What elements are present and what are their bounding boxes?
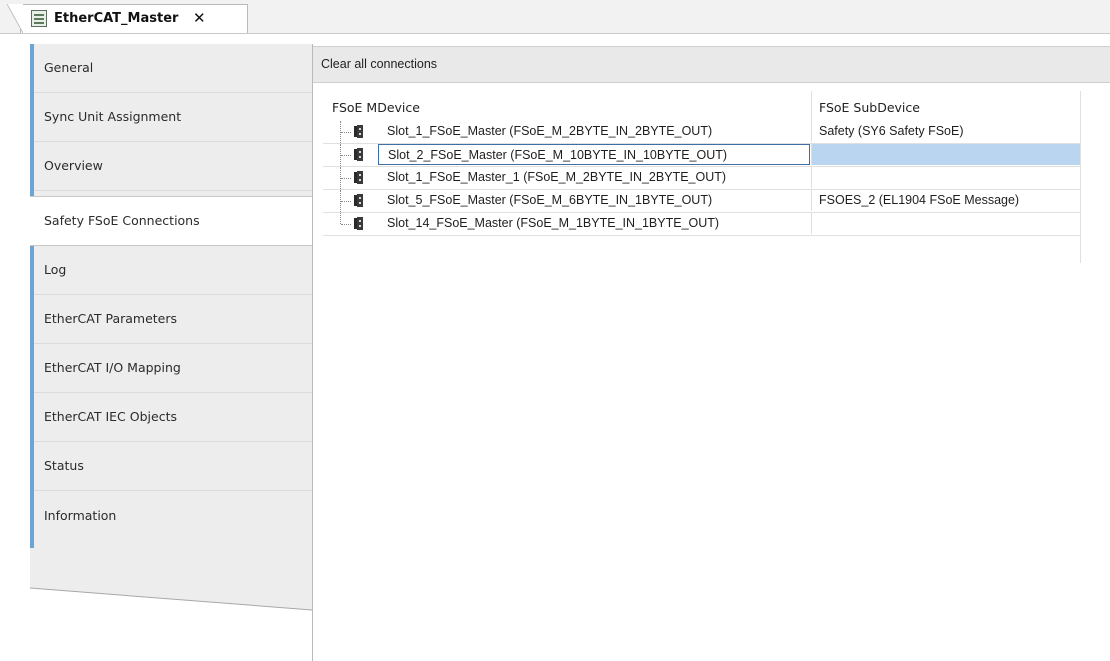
subdevice-cell[interactable]: Safety (SY6 Safety FSoE) (811, 121, 1080, 142)
table-right-border (1080, 91, 1081, 263)
sidebar-item-label: EtherCAT Parameters (44, 311, 178, 326)
sidebar-item-label: Information (44, 508, 117, 523)
sidebar-item-overview[interactable]: Overview (34, 142, 312, 191)
table-header: FSoE MDevice FSoE SubDevice (323, 91, 1080, 121)
sidebar-item-information[interactable]: Information (34, 492, 312, 541)
tab-title: EtherCAT_Master (54, 11, 179, 26)
safety-module-icon (354, 125, 363, 138)
sidebar-item-ethercat-io-mapping[interactable]: EtherCAT I/O Mapping (34, 344, 312, 393)
sidebar-item-label: EtherCAT IEC Objects (44, 409, 177, 424)
sidebar-item-label: EtherCAT I/O Mapping (44, 360, 181, 375)
sidebar-item-label: Status (44, 458, 84, 473)
tree-line (341, 224, 351, 226)
column-header-subdevice[interactable]: FSoE SubDevice (819, 100, 920, 115)
sidebar-item-safety-fsoe-connections[interactable]: Safety FSoE Connections (30, 196, 312, 246)
sidebar-bottom-edge (30, 548, 312, 661)
tree-line (340, 213, 342, 224)
table-row[interactable]: Slot_1_FSoE_Master_1 (FSoE_M_2BYTE_IN_2B… (323, 167, 1080, 190)
table-row[interactable]: Slot_5_FSoE_Master (FSoE_M_6BYTE_IN_1BYT… (323, 190, 1080, 213)
sidebar-item-label: Log (44, 262, 67, 277)
sidebar-item-label: Sync Unit Assignment (44, 109, 182, 124)
editor-sidebar: General Sync Unit Assignment Overview Sa… (30, 44, 312, 661)
tree-line (341, 201, 351, 203)
mdevice-cell[interactable]: Slot_1_FSoE_Master (FSoE_M_2BYTE_IN_2BYT… (378, 121, 810, 142)
table-row-selected[interactable]: Slot_2_FSoE_Master (FSoE_M_10BYTE_IN_10B… (323, 144, 1080, 167)
safety-module-icon (354, 217, 363, 230)
subdevice-cell[interactable] (811, 213, 1080, 234)
mdevice-cell[interactable]: Slot_14_FSoE_Master (FSoE_M_1BYTE_IN_1BY… (378, 213, 810, 234)
sidebar-item-label: Safety FSoE Connections (44, 213, 200, 228)
table-row[interactable]: Slot_14_FSoE_Master (FSoE_M_1BYTE_IN_1BY… (323, 213, 1080, 236)
sidebar-item-status[interactable]: Status (34, 442, 312, 491)
sidebar-item-sync-unit-assignment[interactable]: Sync Unit Assignment (34, 93, 312, 142)
subdevice-cell[interactable] (811, 144, 1080, 165)
tree-line (341, 178, 351, 180)
safety-module-icon (354, 171, 363, 184)
sidebar-item-label: General (44, 60, 94, 75)
subdevice-cell[interactable]: FSOES_2 (EL1904 FSoE Message) (811, 190, 1080, 211)
device-config-icon (31, 10, 47, 27)
close-icon[interactable]: ✕ (193, 9, 206, 27)
table-row[interactable]: Slot_1_FSoE_Master (FSoE_M_2BYTE_IN_2BYT… (323, 121, 1080, 144)
sidebar-item-log[interactable]: Log (34, 246, 312, 295)
mdevice-cell[interactable]: Slot_5_FSoE_Master (FSoE_M_6BYTE_IN_1BYT… (378, 190, 810, 211)
safety-module-icon (354, 194, 363, 207)
sidebar-slant-edge (30, 548, 312, 611)
tree-line (341, 132, 351, 134)
safety-module-icon (354, 148, 363, 161)
connections-toolbar: Clear all connections (313, 46, 1110, 83)
panel-divider (312, 44, 313, 661)
sidebar-item-label: Overview (44, 158, 103, 173)
document-tab[interactable]: EtherCAT_Master ✕ (7, 4, 248, 33)
tree-line (341, 155, 351, 157)
fsoe-connections-table: FSoE MDevice FSoE SubDevice Slot_1_FSoE_… (323, 91, 1081, 263)
sidebar-item-general[interactable]: General (34, 44, 312, 93)
document-tab-strip: EtherCAT_Master ✕ (0, 0, 1110, 34)
sidebar-item-ethercat-parameters[interactable]: EtherCAT Parameters (34, 295, 312, 344)
clear-all-connections-button[interactable]: Clear all connections (321, 57, 437, 71)
column-divider (811, 91, 812, 121)
mdevice-cell[interactable]: Slot_1_FSoE_Master_1 (FSoE_M_2BYTE_IN_2B… (378, 167, 810, 188)
tab-slant-edge (7, 4, 23, 33)
column-header-mdevice[interactable]: FSoE MDevice (332, 100, 420, 115)
mdevice-cell[interactable]: Slot_2_FSoE_Master (FSoE_M_10BYTE_IN_10B… (378, 144, 810, 165)
subdevice-cell[interactable] (811, 167, 1080, 188)
sidebar-item-ethercat-iec-objects[interactable]: EtherCAT IEC Objects (34, 393, 312, 442)
